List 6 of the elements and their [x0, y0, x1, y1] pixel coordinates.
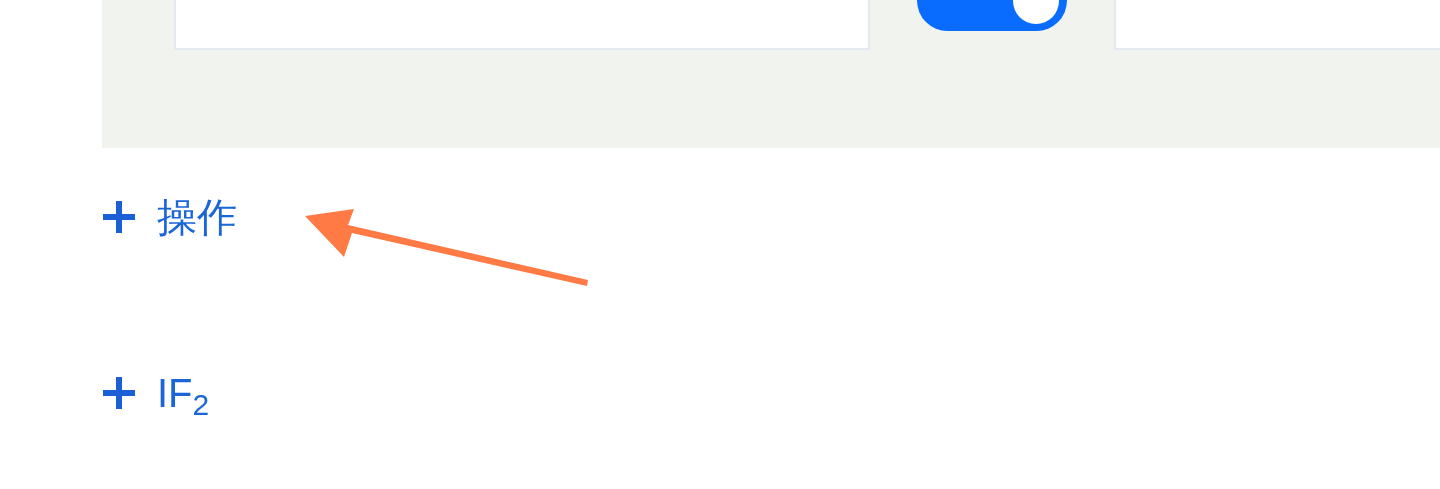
plus-icon	[103, 377, 135, 409]
section-toggle-link[interactable]: 操作	[103, 193, 237, 241]
section-toggle-link[interactable]: IF$_{2}$	[103, 369, 210, 417]
input-field[interactable]	[1114, 0, 1440, 50]
input-field[interactable]	[174, 0, 870, 50]
plus-icon	[103, 201, 135, 233]
